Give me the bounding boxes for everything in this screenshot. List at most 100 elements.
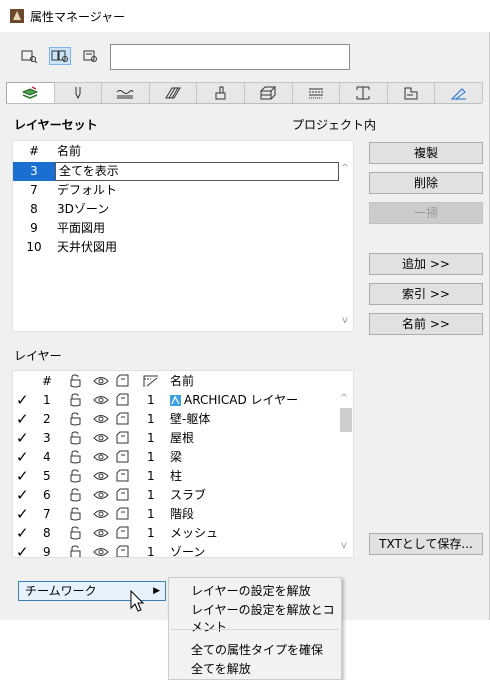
solid-model-icon[interactable] (116, 410, 130, 429)
wireframe-column-icon[interactable] (116, 372, 130, 391)
layer-name[interactable]: 梁 (170, 448, 182, 467)
scroll-up-arrow[interactable]: ^ (339, 163, 351, 174)
tab-surfaces[interactable] (196, 82, 245, 103)
layer-select-checkmark-icon[interactable]: ✓ (16, 448, 29, 467)
layer-set-row-number[interactable]: 7 (13, 181, 55, 200)
visibility-eye-icon[interactable] (93, 505, 109, 524)
layers-scrollbar-thumb[interactable] (340, 408, 352, 432)
visibility-eye-icon[interactable] (93, 391, 109, 410)
layer-row[interactable]: ✓ 1 1 ARCHICAD レイヤー (13, 391, 351, 410)
lock-open-icon[interactable] (69, 524, 83, 543)
layers-list[interactable]: # 名前 ✓ 1 1 ARCHICAD レイヤー ✓ 2 1 壁-躯体 ✓ 3 1 屋根 ✓ 4 1 梁 ✓ 5 1… (12, 370, 354, 558)
lock-open-icon[interactable] (69, 486, 83, 505)
visibility-eye-icon[interactable] (93, 543, 109, 557)
solid-model-icon[interactable] (116, 543, 130, 557)
detail-view-button[interactable] (79, 47, 101, 65)
layer-name[interactable]: メッシュ (170, 524, 218, 543)
visibility-column-icon[interactable] (93, 372, 109, 391)
layer-set-row-number[interactable]: 8 (13, 200, 55, 219)
lock-open-icon[interactable] (69, 543, 83, 557)
solid-model-icon[interactable] (116, 429, 130, 448)
layer-name[interactable]: 屋根 (170, 429, 194, 448)
layer-row[interactable]: ✓ 9 1 ゾーン (13, 543, 351, 557)
layer-select-checkmark-icon[interactable]: ✓ (16, 486, 29, 505)
tab-markers[interactable] (434, 82, 483, 103)
layer-row[interactable]: ✓ 6 1 スラブ (13, 486, 351, 505)
layer-row[interactable]: ✓ 8 1 メッシュ (13, 524, 351, 543)
name-button[interactable]: 名前 >> (369, 313, 483, 335)
visibility-eye-icon[interactable] (93, 448, 109, 467)
layer-name[interactable]: ゾーン (170, 543, 205, 557)
tab-line-types[interactable] (101, 82, 150, 103)
add-button[interactable]: 追加 >> (369, 253, 483, 275)
layer-sets-list[interactable]: # 名前 3 全てを表示 7 デフォルト 8 3Dゾーン 9 平面図用 10 天… (12, 140, 354, 332)
layer-name[interactable]: 柱 (170, 467, 182, 486)
visibility-eye-icon[interactable] (93, 410, 109, 429)
layer-set-row-number[interactable]: 9 (13, 219, 55, 238)
tab-zone-categories[interactable] (386, 82, 436, 103)
layer-select-checkmark-icon[interactable]: ✓ (16, 505, 29, 524)
solid-model-icon[interactable] (116, 486, 130, 505)
menu-item-release-all[interactable]: 全てを解放 (191, 660, 251, 677)
layer-row[interactable]: ✓ 5 1 柱 (13, 467, 351, 486)
menu-item-release-layer-settings[interactable]: レイヤーの設定を解放 (191, 582, 311, 599)
split-view-button[interactable] (49, 47, 71, 65)
solid-model-icon[interactable] (116, 505, 130, 524)
layer-row[interactable]: ✓ 4 1 梁 (13, 448, 351, 467)
tab-fills[interactable] (148, 82, 198, 103)
duplicate-button[interactable]: 複製 (369, 142, 483, 164)
lock-open-icon[interactable] (69, 467, 83, 486)
layer-set-name-edit[interactable]: 全てを表示 (55, 162, 339, 181)
purge-button[interactable]: 一掃 (369, 202, 483, 224)
tab-building-materials[interactable] (243, 82, 293, 103)
lock-open-icon[interactable] (69, 391, 83, 410)
layer-select-checkmark-icon[interactable]: ✓ (16, 524, 29, 543)
save-as-txt-button[interactable]: TXTとして保存... (369, 533, 483, 555)
solid-model-icon[interactable] (116, 524, 130, 543)
tab-layers[interactable] (6, 82, 55, 103)
menu-item-reserve-all-attribute-types[interactable]: 全ての属性タイプを確保 (191, 641, 323, 658)
solid-model-icon[interactable] (116, 467, 130, 486)
layer-set-row-name[interactable]: デフォルト (57, 181, 117, 200)
tab-pens[interactable] (53, 82, 103, 103)
layers-scroll-down-arrow[interactable]: v (338, 540, 350, 551)
solid-model-icon[interactable] (116, 391, 130, 410)
visibility-eye-icon[interactable] (93, 467, 109, 486)
intersection-group-column-icon[interactable] (143, 372, 159, 391)
layer-select-checkmark-icon[interactable]: ✓ (16, 410, 29, 429)
layer-name[interactable]: 壁-躯体 (170, 410, 210, 429)
layer-select-checkmark-icon[interactable]: ✓ (16, 543, 29, 557)
layer-name[interactable]: 階段 (170, 505, 194, 524)
tab-profiles[interactable] (339, 82, 388, 103)
lock-open-icon[interactable] (69, 429, 83, 448)
lock-open-icon[interactable] (69, 448, 83, 467)
layer-set-row-number[interactable]: 10 (13, 238, 55, 257)
index-button[interactable]: 索引 >> (369, 283, 483, 305)
layer-name[interactable]: スラブ (170, 486, 206, 505)
visibility-eye-icon[interactable] (93, 524, 109, 543)
layer-row[interactable]: ✓ 3 1 屋根 (13, 429, 351, 448)
layer-set-row-name[interactable]: 3Dゾーン (57, 200, 109, 219)
list-view-button[interactable] (18, 47, 40, 65)
lock-column-icon[interactable] (69, 372, 83, 391)
solid-model-icon[interactable] (116, 448, 130, 467)
delete-button[interactable]: 削除 (369, 172, 483, 194)
lock-open-icon[interactable] (69, 410, 83, 429)
visibility-eye-icon[interactable] (93, 429, 109, 448)
tab-composites[interactable] (291, 82, 341, 103)
layers-scroll-up-arrow[interactable]: ^ (338, 393, 350, 404)
layer-select-checkmark-icon[interactable]: ✓ (16, 467, 29, 486)
search-input[interactable] (110, 44, 350, 70)
zone-category-icon (404, 87, 418, 100)
layer-select-checkmark-icon[interactable]: ✓ (16, 429, 29, 448)
layer-row[interactable]: ✓ 7 1 階段 (13, 505, 351, 524)
layer-set-row-number[interactable]: 3 (13, 162, 55, 181)
layer-set-row-name[interactable]: 天井伏図用 (57, 238, 117, 257)
layer-name[interactable]: ARCHICAD レイヤー (184, 391, 298, 410)
scroll-down-arrow[interactable]: v (339, 315, 351, 326)
layer-select-checkmark-icon[interactable]: ✓ (16, 391, 29, 410)
layer-set-row-name[interactable]: 平面図用 (57, 219, 105, 238)
lock-open-icon[interactable] (69, 505, 83, 524)
layer-row[interactable]: ✓ 2 1 壁-躯体 (13, 410, 351, 429)
visibility-eye-icon[interactable] (93, 486, 109, 505)
